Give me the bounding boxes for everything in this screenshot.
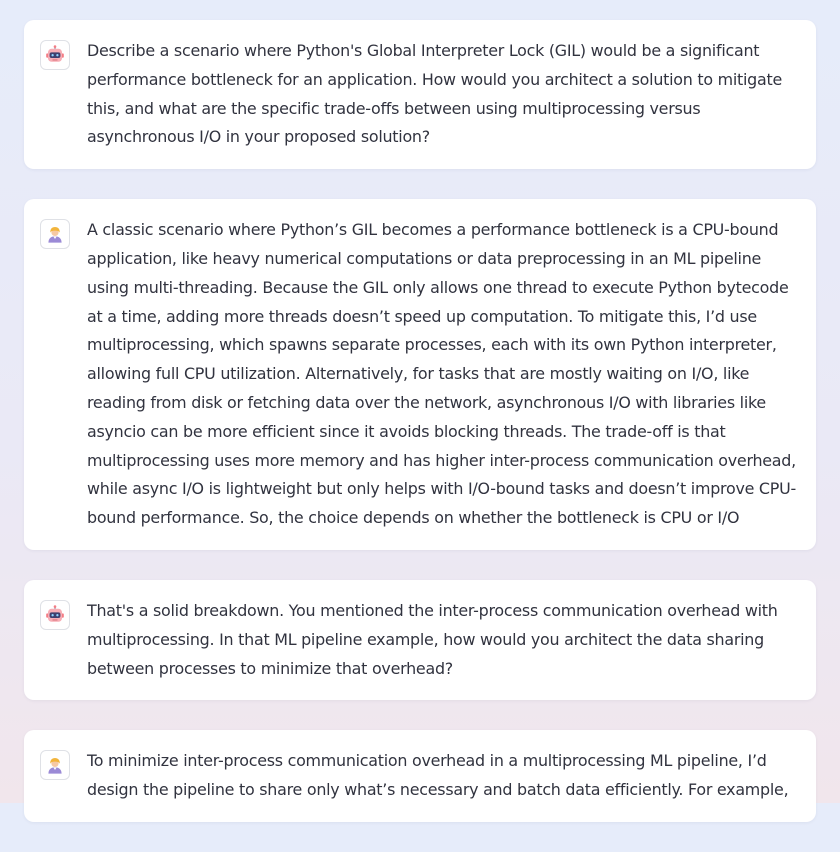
chat-message-assistant: That's a solid breakdown. You mentioned … bbox=[24, 579, 816, 701]
robot-icon bbox=[40, 40, 70, 70]
chat-message-user: A classic scenario where Python’s GIL be… bbox=[24, 199, 816, 550]
robot-icon bbox=[40, 599, 70, 630]
message-text: Describe a scenario where Python's Globa… bbox=[87, 41, 783, 147]
chat-message-list: Describe a scenario where Python's Globa… bbox=[24, 20, 816, 852]
user-icon bbox=[40, 750, 70, 781]
message-text: A classic scenario where Python’s GIL be… bbox=[87, 220, 796, 528]
message-text: That's a solid breakdown. You mentioned … bbox=[87, 600, 778, 678]
chat-message-assistant: Describe a scenario where Python's Globa… bbox=[24, 20, 816, 170]
user-icon bbox=[40, 219, 70, 250]
message-text: To minimize inter-process communication … bbox=[87, 751, 789, 800]
chat-message-user: To minimize inter-process communication … bbox=[24, 730, 816, 822]
